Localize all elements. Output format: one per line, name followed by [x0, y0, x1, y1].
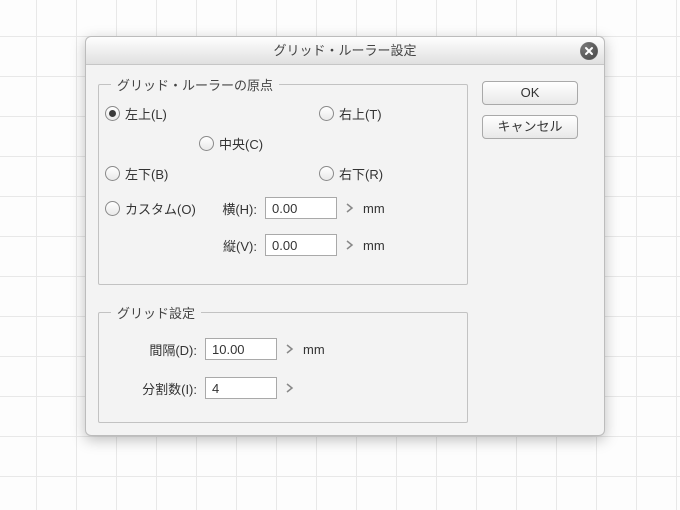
grid-group: グリッド設定 間隔(D): mm 分割数(I):: [98, 303, 468, 423]
origin-legend: グリッド・ルーラーの原点: [111, 75, 279, 94]
dialog-titlebar: グリッド・ルーラー設定: [86, 37, 604, 65]
radio-top-right[interactable]: 右上(T): [319, 104, 382, 123]
grid-division-row: 分割数(I):: [133, 377, 295, 399]
grid-spacing-input[interactable]: [205, 338, 277, 360]
grid-legend: グリッド設定: [111, 303, 201, 322]
custom-v-label: 縦(V):: [209, 236, 257, 255]
dialog-title: グリッド・ルーラー設定: [273, 43, 416, 58]
radio-top-left-label: 左上(L): [125, 104, 167, 123]
custom-h-unit: mm: [363, 201, 393, 216]
cancel-button[interactable]: キャンセル: [482, 115, 578, 139]
custom-v-unit: mm: [363, 238, 393, 253]
radio-center-label: 中央(C): [219, 134, 263, 153]
grid-division-input[interactable]: [205, 377, 277, 399]
custom-h-label: 横(H):: [209, 199, 257, 218]
custom-h-input[interactable]: [265, 197, 337, 219]
radio-bottom-left[interactable]: 左下(B): [105, 164, 168, 183]
close-icon: [584, 46, 594, 56]
chevron-right-icon: [286, 383, 294, 393]
custom-h-row: 横(H): mm: [209, 197, 393, 219]
chevron-right-icon: [346, 203, 354, 213]
radio-dot-icon: [105, 106, 120, 121]
grid-spacing-label: 間隔(D):: [133, 340, 197, 359]
radio-dot-icon: [105, 166, 120, 181]
radio-dot-icon: [199, 136, 214, 151]
chevron-right-icon: [286, 344, 294, 354]
radio-custom-label: カスタム(O): [125, 199, 196, 218]
radio-top-left[interactable]: 左上(L): [105, 104, 167, 123]
grid-division-label: 分割数(I):: [133, 379, 197, 398]
radio-bottom-right[interactable]: 右下(R): [319, 164, 383, 183]
grid-spacing-row: 間隔(D): mm: [133, 338, 333, 360]
spinner-h[interactable]: [345, 200, 355, 216]
radio-dot-icon: [319, 106, 334, 121]
spinner-spacing[interactable]: [285, 341, 295, 357]
dialog-buttons: OK キャンセル: [482, 81, 578, 139]
radio-bottom-right-label: 右下(R): [339, 164, 383, 183]
chevron-right-icon: [346, 240, 354, 250]
radio-dot-icon: [105, 201, 120, 216]
radio-bottom-left-label: 左下(B): [125, 164, 168, 183]
custom-v-input[interactable]: [265, 234, 337, 256]
origin-group: グリッド・ルーラーの原点 左上(L) 右上(T) 中央(C) 左下(B) 右下(…: [98, 75, 468, 285]
radio-custom[interactable]: カスタム(O): [105, 199, 196, 218]
grid-spacing-unit: mm: [303, 342, 333, 357]
spinner-v[interactable]: [345, 237, 355, 253]
dialog-body: グリッド・ルーラーの原点 左上(L) 右上(T) 中央(C) 左下(B) 右下(…: [98, 75, 592, 423]
ok-button[interactable]: OK: [482, 81, 578, 105]
spinner-division[interactable]: [285, 380, 295, 396]
radio-top-right-label: 右上(T): [339, 104, 382, 123]
radio-center[interactable]: 中央(C): [199, 134, 263, 153]
grid-ruler-settings-dialog: グリッド・ルーラー設定 グリッド・ルーラーの原点 左上(L) 右上(T) 中央(…: [85, 36, 605, 436]
custom-v-row: 縦(V): mm: [209, 234, 393, 256]
radio-dot-icon: [319, 166, 334, 181]
close-button[interactable]: [580, 42, 598, 60]
